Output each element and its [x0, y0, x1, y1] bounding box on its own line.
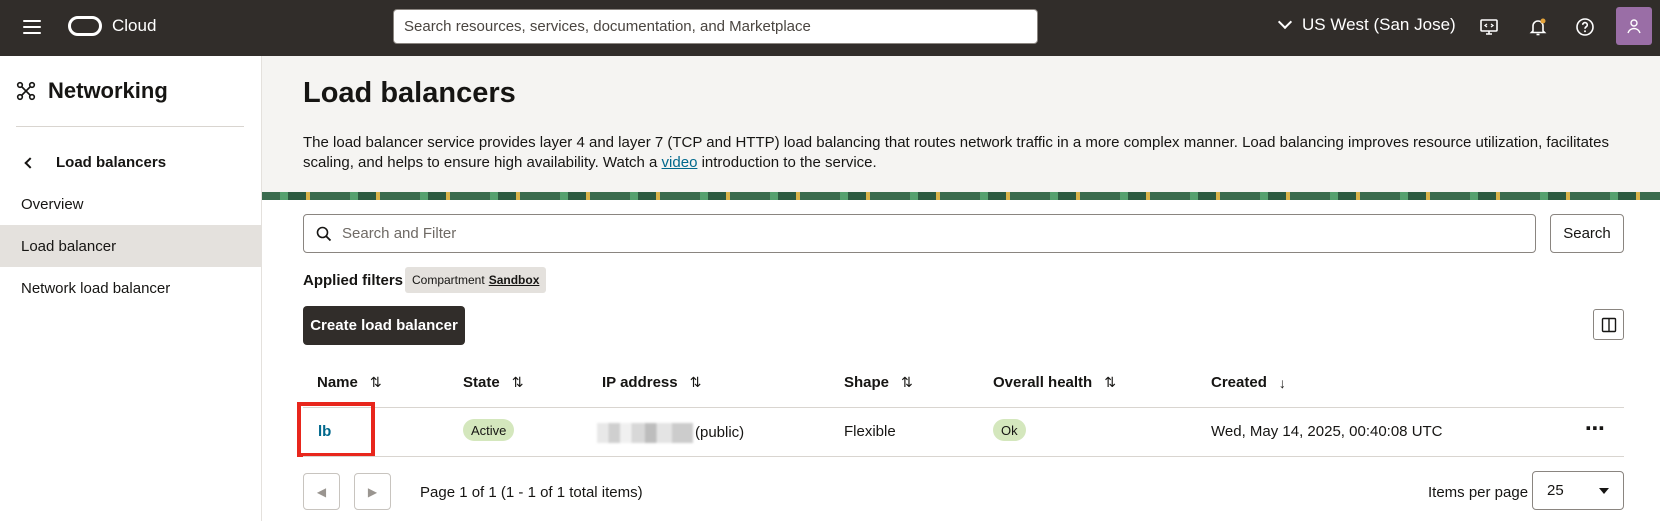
state-badge: Active [463, 419, 515, 441]
items-per-page-label: Items per page [1428, 484, 1529, 501]
bell-icon[interactable] [1525, 14, 1551, 40]
highlight-box [297, 402, 375, 457]
developer-tools-icon[interactable] [1476, 14, 1502, 40]
items-per-page-select[interactable]: 25 [1532, 471, 1624, 510]
column-label: IP address [602, 374, 678, 391]
column-label: Name [317, 374, 358, 391]
column-settings-button[interactable] [1593, 309, 1624, 340]
column-header-created[interactable]: Created ↓ [1211, 374, 1286, 391]
description-text: The load balancer service provides layer… [303, 134, 1609, 171]
brand-label[interactable]: Cloud [112, 16, 156, 36]
menu-icon[interactable] [20, 16, 44, 40]
table-row-divider [303, 456, 1624, 457]
sidebar-item-overview[interactable]: Overview [0, 183, 261, 225]
search-filter-input[interactable] [303, 214, 1536, 253]
chevron-left-icon [24, 156, 36, 169]
create-load-balancer-button[interactable]: Create load balancer [303, 306, 465, 345]
redacted-ip [597, 423, 693, 443]
page-header: Load balancers The load balancer service… [262, 56, 1660, 192]
video-link[interactable]: video [662, 154, 698, 171]
row-actions-menu-icon[interactable]: ⋯ [1585, 416, 1606, 441]
chip-value[interactable]: Sandbox [489, 273, 540, 287]
health-badge: Ok [993, 419, 1026, 441]
description-text-end: introduction to the service. [697, 154, 877, 171]
main-content: Load balancers The load balancer service… [262, 56, 1660, 521]
sidebar-back-label: Load balancers [56, 154, 167, 171]
user-icon [1627, 19, 1641, 34]
sidebar-item-load-balancer[interactable]: Load balancer [0, 225, 261, 267]
next-page-button[interactable]: ▶ [354, 473, 391, 510]
sidebar-item-network-load-balancer[interactable]: Network load balancer [0, 267, 261, 309]
column-header-state[interactable]: State ⇅ [463, 374, 523, 391]
region-selector[interactable]: US West (San Jose) [1277, 14, 1456, 35]
sidebar-title: Networking [48, 78, 168, 103]
column-header-name[interactable]: Name ⇅ [317, 374, 382, 391]
region-label: US West (San Jose) [1302, 15, 1456, 34]
chevron-down-icon [1277, 14, 1293, 30]
sidebar-header: Networking [16, 78, 168, 104]
sort-icon: ↓ [1278, 374, 1286, 391]
previous-page-button[interactable]: ◀ [303, 473, 340, 510]
sort-icon: ⇅ [1104, 374, 1116, 390]
caret-down-icon [1599, 488, 1609, 494]
sidebar: Networking Load balancers Overview Load … [0, 56, 262, 521]
column-label: Shape [844, 374, 890, 391]
search-button[interactable]: Search [1550, 214, 1624, 253]
page-description: The load balancer service provides layer… [303, 133, 1643, 173]
column-label: State [463, 374, 500, 391]
sort-icon: ⇅ [689, 374, 702, 390]
column-header-overall-health[interactable]: Overall health ⇅ [993, 374, 1116, 391]
ip-visibility: (public) [695, 423, 745, 441]
applied-filters-label: Applied filters [303, 272, 404, 289]
table-header-divider [303, 407, 1624, 408]
column-header-shape[interactable]: Shape ⇅ [844, 374, 913, 391]
sidebar-back-link[interactable]: Load balancers [24, 154, 167, 171]
sort-icon: ⇅ [901, 374, 913, 390]
compartment-filter-chip[interactable]: Compartment Sandbox [405, 267, 547, 293]
top-bar: Cloud US West (San Jose) [0, 0, 1660, 56]
help-icon[interactable] [1572, 14, 1598, 40]
networking-icon [16, 81, 36, 101]
column-header-ip-address[interactable]: IP address ⇅ [602, 374, 701, 391]
column-label: Created [1211, 374, 1267, 391]
chip-key: Compartment [412, 273, 485, 287]
page-title: Load balancers [303, 77, 516, 109]
global-search-input[interactable] [393, 9, 1038, 44]
column-label: Overall health [993, 374, 1093, 391]
caret-left-icon: ◀ [316, 484, 327, 499]
items-per-page-value: 25 [1547, 482, 1564, 499]
columns-icon [1601, 317, 1616, 332]
table-cell-shape: Flexible [844, 423, 896, 440]
pagination-status: Page 1 of 1 (1 - 1 of 1 total items) [420, 484, 643, 501]
sidebar-divider [16, 126, 244, 127]
sort-icon: ⇅ [511, 374, 524, 390]
search-icon [316, 226, 332, 242]
caret-right-icon: ▶ [367, 484, 378, 499]
oracle-logo[interactable] [68, 16, 102, 36]
table-cell-ip-address: (public) [597, 423, 744, 443]
table-cell-created: Wed, May 14, 2025, 00:40:08 UTC [1211, 423, 1443, 440]
user-avatar[interactable] [1616, 7, 1652, 45]
decorative-banner [262, 192, 1660, 200]
sort-icon: ⇅ [369, 374, 382, 390]
